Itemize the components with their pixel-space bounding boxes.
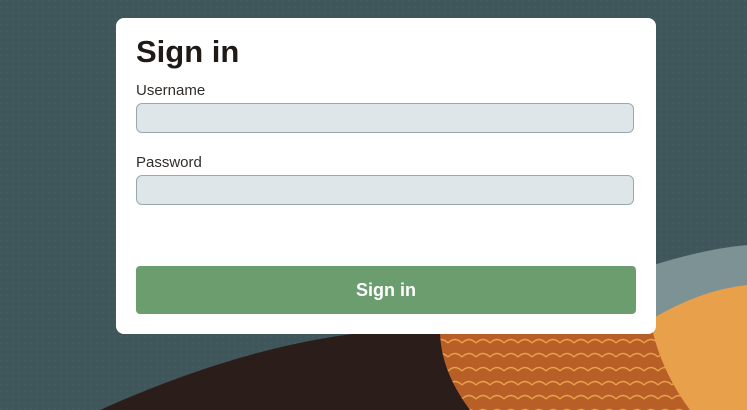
sign-in-card: Sign in Username Password Sign in	[116, 18, 656, 334]
username-label: Username	[136, 82, 206, 99]
password-label: Password	[136, 154, 202, 171]
password-input[interactable]	[136, 175, 634, 205]
page-title: Sign in	[136, 34, 240, 69]
username-input[interactable]	[136, 103, 634, 133]
sign-in-button[interactable]: Sign in	[136, 266, 636, 314]
